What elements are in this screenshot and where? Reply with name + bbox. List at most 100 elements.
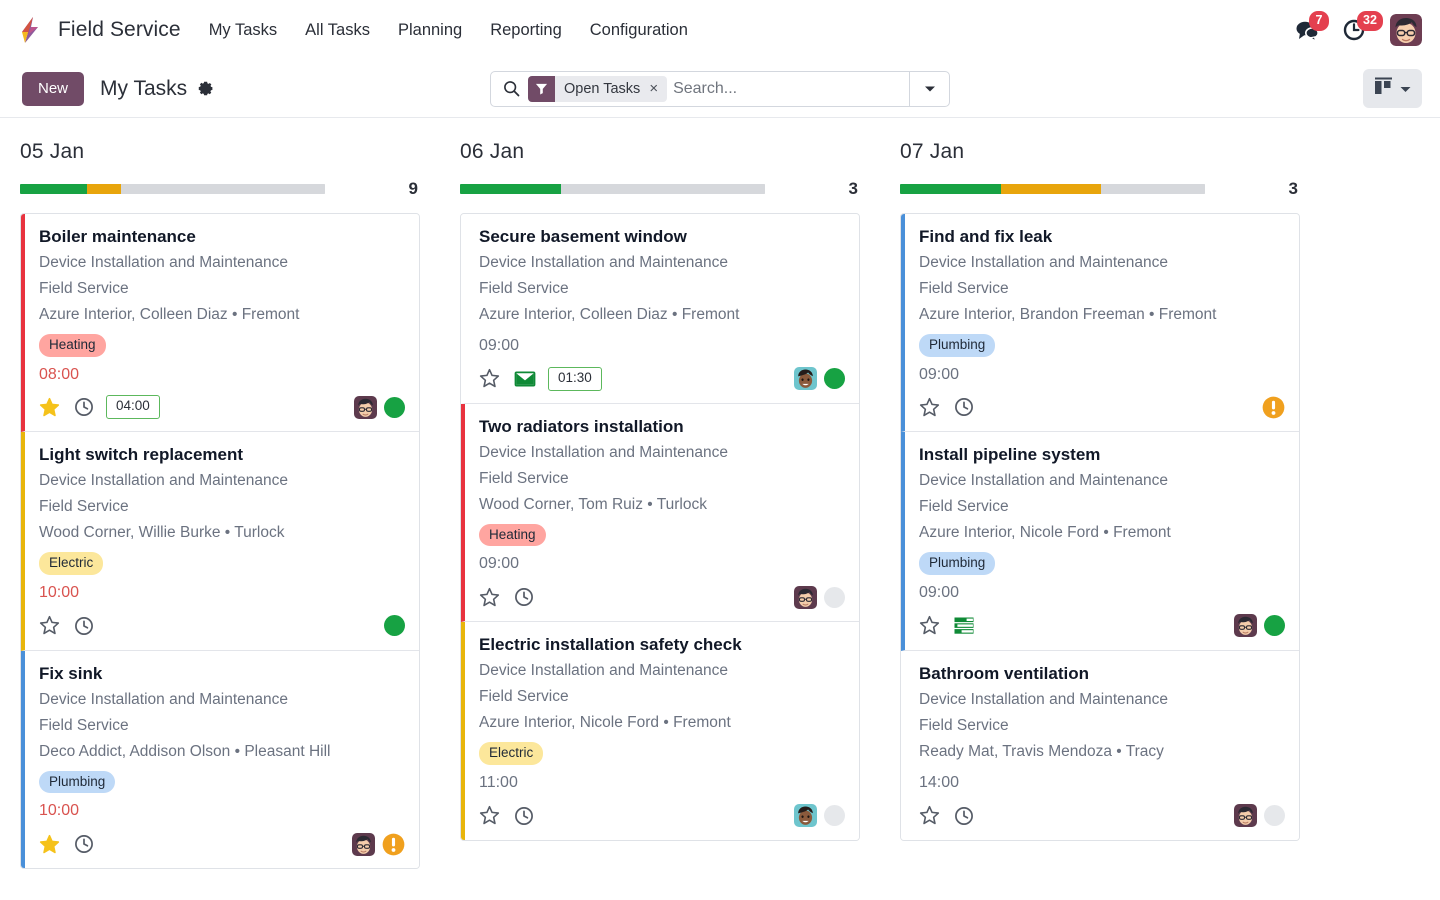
star-outline-icon[interactable] — [919, 615, 940, 636]
card-scheduled-time: 09:00 — [479, 554, 845, 575]
card-scheduled-time: 08:00 — [39, 365, 405, 386]
card-customer: Azure Interior, Colleen Diaz • Fremont — [479, 302, 845, 328]
view-switcher-kanban[interactable] — [1363, 69, 1422, 108]
status-dot-grey[interactable] — [824, 587, 845, 608]
clock-icon[interactable] — [514, 587, 534, 607]
warning-icon[interactable] — [1262, 396, 1285, 419]
kanban-card[interactable]: Install pipeline systemDevice Installati… — [901, 432, 1299, 650]
kanban-card[interactable]: Boiler maintenanceDevice Installation an… — [21, 214, 419, 432]
assignee-avatar[interactable] — [354, 396, 377, 419]
warning-icon[interactable] — [382, 833, 405, 856]
card-customer: Azure Interior, Colleen Diaz • Fremont — [39, 302, 405, 328]
assignee-avatar[interactable] — [352, 833, 375, 856]
tasks-icon[interactable] — [954, 617, 974, 634]
card-footer — [919, 394, 1285, 420]
kanban-card[interactable]: Fix sinkDevice Installation and Maintena… — [21, 651, 419, 868]
nav-links: My Tasks All Tasks Planning Reporting Co… — [195, 15, 702, 46]
column-record-count: 3 — [849, 179, 860, 199]
kanban-card[interactable]: Find and fix leakDevice Installation and… — [901, 214, 1299, 432]
progress-segment-remaining[interactable] — [121, 184, 325, 194]
card-timer-badge[interactable]: 04:00 — [106, 395, 160, 419]
column-record-count: 9 — [409, 179, 420, 199]
card-project: Device Installation and Maintenance — [479, 658, 845, 684]
kanban-card[interactable]: Electric installation safety checkDevice… — [461, 622, 859, 839]
clock-icon[interactable] — [514, 806, 534, 826]
search-input[interactable] — [667, 72, 909, 106]
top-navbar: Field Service My Tasks All Tasks Plannin… — [0, 0, 1440, 60]
column-progressbar[interactable] — [460, 184, 765, 194]
clock-icon[interactable] — [954, 397, 974, 417]
card-tag[interactable]: Plumbing — [919, 334, 995, 357]
kanban-card[interactable]: Light switch replacementDevice Installat… — [21, 432, 419, 650]
progress-segment-remaining[interactable] — [1101, 184, 1205, 194]
activities-button[interactable]: 32 — [1343, 18, 1368, 42]
gear-icon[interactable] — [197, 80, 214, 97]
envelope-icon[interactable] — [514, 369, 536, 389]
assignee-avatar[interactable] — [1234, 804, 1257, 827]
status-dot-green[interactable] — [824, 368, 845, 389]
card-footer-right — [384, 615, 405, 636]
star-outline-icon[interactable] — [919, 805, 940, 826]
card-title: Find and fix leak — [919, 226, 1285, 249]
clock-icon[interactable] — [954, 806, 974, 826]
search-facet-open-tasks[interactable]: Open Tasks × — [528, 76, 667, 102]
card-department: Field Service — [919, 494, 1285, 520]
messages-button[interactable]: 7 — [1295, 18, 1321, 42]
star-outline-icon[interactable] — [39, 615, 60, 636]
progress-segment-done[interactable] — [20, 184, 87, 194]
card-tag[interactable]: Plumbing — [919, 552, 995, 575]
status-dot-green[interactable] — [384, 397, 405, 418]
nav-link-planning[interactable]: Planning — [384, 15, 476, 46]
column-progress-row: 9 — [20, 179, 420, 199]
card-tag[interactable]: Electric — [39, 552, 103, 575]
card-tag[interactable]: Heating — [479, 524, 546, 547]
status-dot-green[interactable] — [1264, 615, 1285, 636]
progress-segment-pending[interactable] — [87, 184, 121, 194]
assignee-avatar[interactable] — [1234, 614, 1257, 637]
card-project: Device Installation and Maintenance — [919, 468, 1285, 494]
remove-facet-icon[interactable]: × — [647, 76, 667, 102]
progress-segment-remaining[interactable] — [561, 184, 765, 194]
clock-icon[interactable] — [74, 397, 94, 417]
nav-link-all-tasks[interactable]: All Tasks — [291, 15, 384, 46]
navbar-systray: 7 32 — [1295, 14, 1422, 46]
card-tag[interactable]: Electric — [479, 742, 543, 765]
nav-link-reporting[interactable]: Reporting — [476, 15, 576, 46]
brand[interactable]: Field Service — [16, 15, 181, 45]
star-filled-icon[interactable] — [39, 834, 60, 855]
card-tag[interactable]: Plumbing — [39, 771, 115, 794]
clock-icon[interactable] — [74, 616, 94, 636]
kanban-card[interactable]: Secure basement windowDevice Installatio… — [461, 214, 859, 404]
column-progressbar[interactable] — [20, 184, 325, 194]
card-project: Device Installation and Maintenance — [39, 687, 405, 713]
assignee-avatar[interactable] — [794, 586, 817, 609]
progress-segment-done[interactable] — [900, 184, 1001, 194]
star-outline-icon[interactable] — [479, 805, 500, 826]
assignee-avatar[interactable] — [794, 367, 817, 390]
nav-link-configuration[interactable]: Configuration — [576, 15, 702, 46]
clock-icon[interactable] — [74, 834, 94, 854]
kanban-card[interactable]: Two radiators installationDevice Install… — [461, 404, 859, 622]
progress-segment-done[interactable] — [460, 184, 561, 194]
status-dot-green[interactable] — [384, 615, 405, 636]
nav-link-my-tasks[interactable]: My Tasks — [195, 15, 291, 46]
star-outline-icon[interactable] — [479, 587, 500, 608]
status-dot-grey[interactable] — [824, 805, 845, 826]
progress-segment-pending[interactable] — [1001, 184, 1102, 194]
new-button[interactable]: New — [22, 72, 84, 106]
card-scheduled-time: 09:00 — [919, 365, 1285, 386]
card-department: Field Service — [919, 276, 1285, 302]
assignee-avatar[interactable] — [794, 804, 817, 827]
star-filled-icon[interactable] — [39, 397, 60, 418]
star-outline-icon[interactable] — [479, 368, 500, 389]
kanban-card[interactable]: Bathroom ventilationDevice Installation … — [901, 651, 1299, 840]
card-timer-badge[interactable]: 01:30 — [548, 367, 602, 391]
card-tag[interactable]: Heating — [39, 334, 106, 357]
status-dot-grey[interactable] — [1264, 805, 1285, 826]
search-dropdown-toggle[interactable] — [909, 72, 949, 106]
card-project: Device Installation and Maintenance — [39, 468, 405, 494]
card-title: Bathroom ventilation — [919, 663, 1285, 686]
column-progressbar[interactable] — [900, 184, 1205, 194]
user-avatar[interactable] — [1390, 14, 1422, 46]
star-outline-icon[interactable] — [919, 397, 940, 418]
